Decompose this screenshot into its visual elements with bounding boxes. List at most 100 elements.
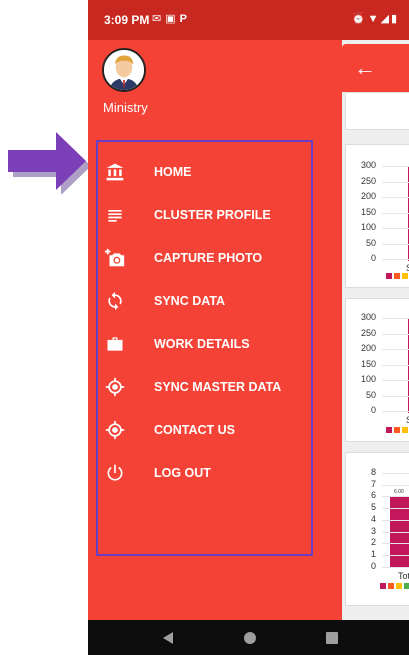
- status-time: 3:09 PM: [104, 13, 150, 27]
- y-gridline: [382, 566, 409, 568]
- system-icons: ⏰▼◢▮: [352, 12, 399, 25]
- gmail-icon: ✉: [152, 13, 166, 25]
- ndtv-icon: ▣: [165, 13, 180, 25]
- briefcase-icon: [104, 333, 126, 355]
- chart-legend: [386, 273, 408, 279]
- nav-recents-icon[interactable]: [324, 630, 340, 646]
- y-tick-label: 7: [370, 478, 376, 489]
- y-gridline: [382, 531, 409, 533]
- nav-home-icon[interactable]: [242, 630, 258, 646]
- background-card-top: [345, 92, 409, 130]
- nav-back-icon[interactable]: [160, 630, 176, 646]
- bank-icon: [104, 161, 126, 183]
- y-tick-label: 5: [370, 502, 376, 513]
- y-tick-label: 50: [365, 389, 376, 400]
- y-tick-label: 250: [360, 327, 376, 338]
- y-tick-label: 0: [370, 560, 376, 571]
- y-tick-label: 4: [370, 513, 376, 524]
- y-tick-label: 0: [370, 405, 376, 415]
- background-app-bar: ←: [342, 44, 409, 92]
- target-icon: [104, 376, 126, 398]
- menu-item-sync-master-data[interactable]: SYNC MASTER DATA: [98, 367, 311, 407]
- y-tick-label: 250: [360, 175, 376, 186]
- y-gridline: [382, 212, 409, 214]
- y-gridline: [382, 228, 409, 229]
- background-chart-1: 300250200150100500 S: [345, 144, 409, 288]
- alarm-icon: ⏰: [351, 13, 368, 25]
- y-gridline: [382, 181, 409, 183]
- y-gridline: [382, 243, 409, 245]
- target-icon: [104, 419, 126, 441]
- y-gridline: [382, 380, 409, 381]
- y-gridline: [382, 473, 409, 474]
- y-gridline: [382, 259, 409, 260]
- menu-item-label: SYNC MASTER DATA: [154, 380, 282, 394]
- menu-item-label: LOG OUT: [154, 466, 211, 480]
- drawer-menu-highlight: HOME CLUSTER PROFILE CAPTURE PHOTO SYNC …: [96, 140, 313, 556]
- system-nav-bar: [88, 620, 409, 655]
- menu-item-sync-data[interactable]: SYNC DATA: [98, 281, 311, 321]
- x-axis-label: Tot: [398, 571, 409, 581]
- back-arrow-icon[interactable]: ←: [354, 54, 376, 82]
- menu-item-cluster-profile[interactable]: CLUSTER PROFILE: [98, 195, 311, 235]
- user-name: Ministry: [103, 100, 148, 115]
- y-tick-label: 50: [365, 237, 376, 248]
- y-gridline: [382, 554, 409, 556]
- y-tick-label: 6: [370, 490, 376, 501]
- y-gridline: [382, 395, 409, 397]
- add-photo-icon: [104, 247, 126, 269]
- y-gridline: [382, 543, 409, 545]
- y-tick-label: 150: [360, 358, 376, 369]
- bar-value-label: 6.00: [394, 489, 404, 495]
- chart-legend: [386, 427, 408, 433]
- phone-screen: ← 300250200150100500 S 30025020015010050…: [88, 0, 409, 655]
- background-chart-2: 300250200150100500 S: [345, 298, 409, 442]
- menu-item-label: CAPTURE PHOTO: [154, 251, 263, 265]
- background-chart-3: 876543210 6.00 Tot: [345, 452, 409, 606]
- menu-item-capture-photo[interactable]: CAPTURE PHOTO: [98, 238, 311, 278]
- menu-item-label: CONTACT US: [154, 423, 236, 437]
- menu-item-label: SYNC DATA: [154, 294, 226, 308]
- y-gridline: [382, 411, 409, 412]
- y-tick-label: 100: [360, 222, 376, 232]
- paytm-icon: P: [179, 13, 191, 25]
- y-tick-label: 0: [370, 253, 376, 263]
- callout-arrow: [8, 132, 91, 194]
- y-gridline: [382, 519, 409, 521]
- y-tick-label: 300: [360, 160, 376, 170]
- y-tick-label: 300: [360, 312, 376, 322]
- y-gridline: [382, 484, 409, 486]
- background-app: ← 300250200150100500 S 30025020015010050…: [342, 0, 409, 620]
- power-icon: [104, 462, 126, 484]
- menu-item-label: HOME: [154, 165, 192, 179]
- y-tick-label: 200: [360, 343, 376, 353]
- list-icon: [104, 204, 126, 226]
- avatar[interactable]: [102, 48, 146, 92]
- y-gridline: [382, 508, 409, 510]
- y-gridline: [382, 197, 409, 198]
- y-tick-label: 3: [370, 525, 376, 536]
- wifi-icon: ▼: [367, 13, 381, 25]
- menu-item-label: WORK DETAILS: [154, 337, 250, 351]
- status-bar: 3:09 PM ✉▣P ⏰▼◢▮: [88, 0, 409, 40]
- navigation-drawer: Ministry HOME CLUSTER PROFILE CAPTURE PH…: [88, 40, 342, 620]
- menu-item-contact-us[interactable]: CONTACT US: [98, 410, 311, 450]
- y-tick-label: 200: [360, 191, 376, 201]
- menu-item-work-details[interactable]: WORK DETAILS: [98, 324, 311, 364]
- y-gridline: [382, 166, 409, 167]
- y-gridline: [382, 333, 409, 335]
- y-gridline: [382, 496, 409, 498]
- y-gridline: [382, 349, 409, 350]
- sync-icon: [104, 290, 126, 312]
- y-tick-label: 2: [370, 537, 376, 548]
- menu-item-home[interactable]: HOME: [98, 152, 311, 192]
- y-gridline: [382, 364, 409, 366]
- chart-legend: [380, 583, 409, 589]
- signal-icon: ◢: [380, 13, 391, 25]
- menu-item-log-out[interactable]: LOG OUT: [98, 453, 311, 493]
- y-tick-label: 100: [360, 374, 376, 384]
- y-tick-label: 8: [370, 467, 376, 477]
- battery-icon: ▮: [390, 13, 399, 25]
- menu-item-label: CLUSTER PROFILE: [154, 208, 271, 222]
- y-gridline: [382, 318, 409, 319]
